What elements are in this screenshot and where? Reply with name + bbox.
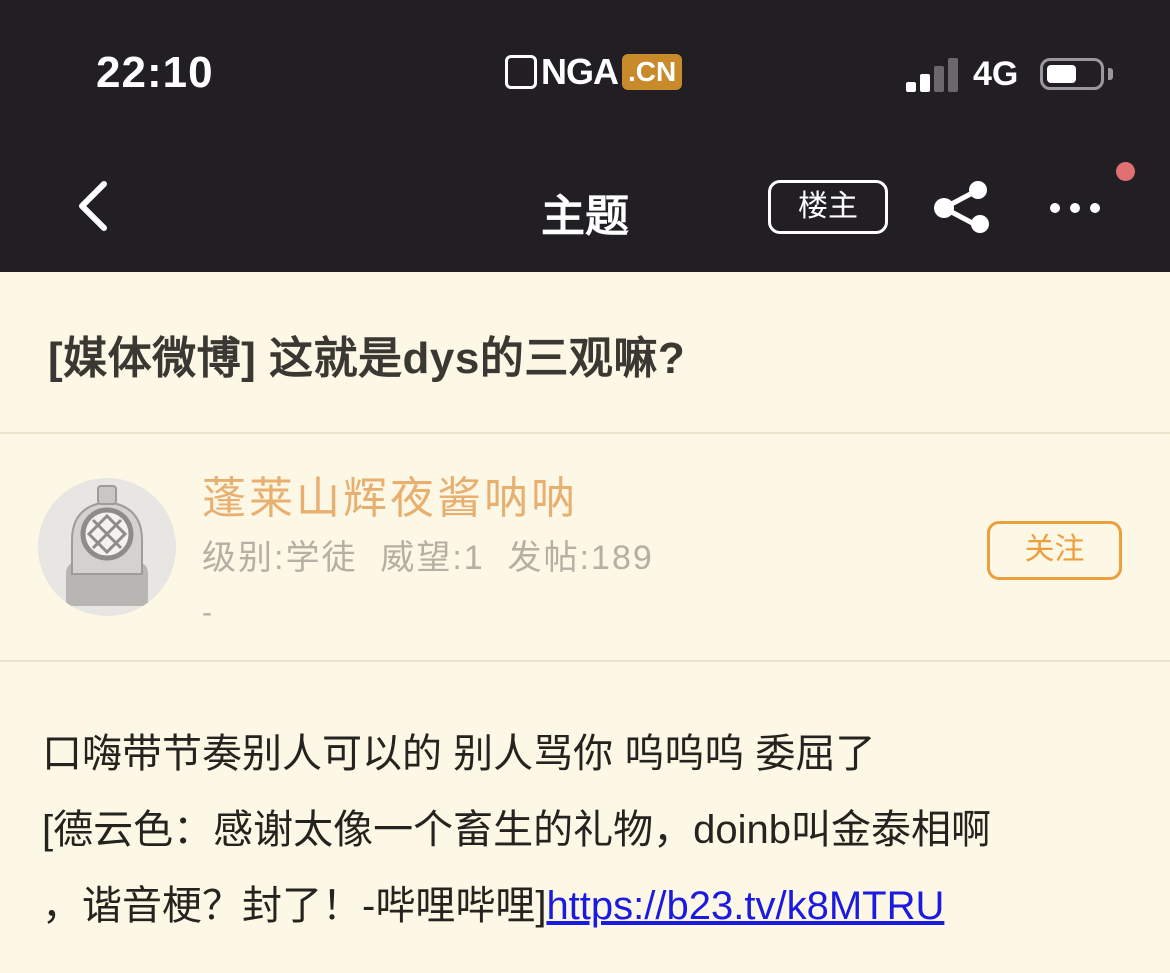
logo-text: NGA xyxy=(541,51,619,92)
follow-button[interactable]: 关注 xyxy=(987,521,1122,580)
content-line: ，谐音梗？封了！-哔哩哔哩]https://b23.tv/k8MTRU xyxy=(42,868,1132,944)
network-type: 4G xyxy=(973,55,1019,93)
signal-icon xyxy=(906,58,962,92)
content-text: ，谐音梗？封了！-哔哩哔哩] xyxy=(42,884,547,928)
content-text: [德云色：感谢太像一个畜生的礼物，doinb叫金泰相啊 xyxy=(42,808,991,852)
battery-icon xyxy=(1040,58,1104,90)
logo-suffix: .CN xyxy=(622,54,683,90)
post-title: [媒体微博] 这就是dys的三观嘛? xyxy=(48,334,686,383)
post-content: 口嗨带节奏别人可以的 别人骂你 呜呜呜 委屈了 [德云色：感谢太像一个畜生的礼物… xyxy=(42,716,1132,944)
top-bar: 22:10 NGA .CN 4G 主题 楼主 xyxy=(0,0,1170,272)
paw-icon xyxy=(505,55,537,89)
author-stats: 级别:学徒 威望:1 发帖:189 xyxy=(202,539,654,577)
content-line: 口嗨带节奏别人可以的 别人骂你 呜呜呜 委屈了 xyxy=(42,732,876,776)
battery-cap xyxy=(1108,68,1113,80)
notification-dot xyxy=(1116,162,1135,181)
nga-logo: NGA .CN xyxy=(505,51,683,92)
louzhu-button[interactable]: 楼主 xyxy=(768,180,888,234)
content-link[interactable]: https://b23.tv/k8MTRU xyxy=(546,884,944,928)
content-line: [德云色：感谢太像一个畜生的礼物，doinb叫金泰相啊 xyxy=(42,792,1132,868)
divider xyxy=(0,432,1170,434)
divider xyxy=(0,660,1170,662)
author-name[interactable]: 蓬莱山辉夜酱呐呐 xyxy=(202,462,578,526)
avatar[interactable] xyxy=(38,478,176,616)
page-title: 主题 xyxy=(541,192,629,241)
status-time: 22:10 xyxy=(96,48,214,97)
more-icon[interactable] xyxy=(1040,190,1110,226)
author-signature: - xyxy=(202,596,212,629)
share-icon[interactable] xyxy=(930,178,994,238)
